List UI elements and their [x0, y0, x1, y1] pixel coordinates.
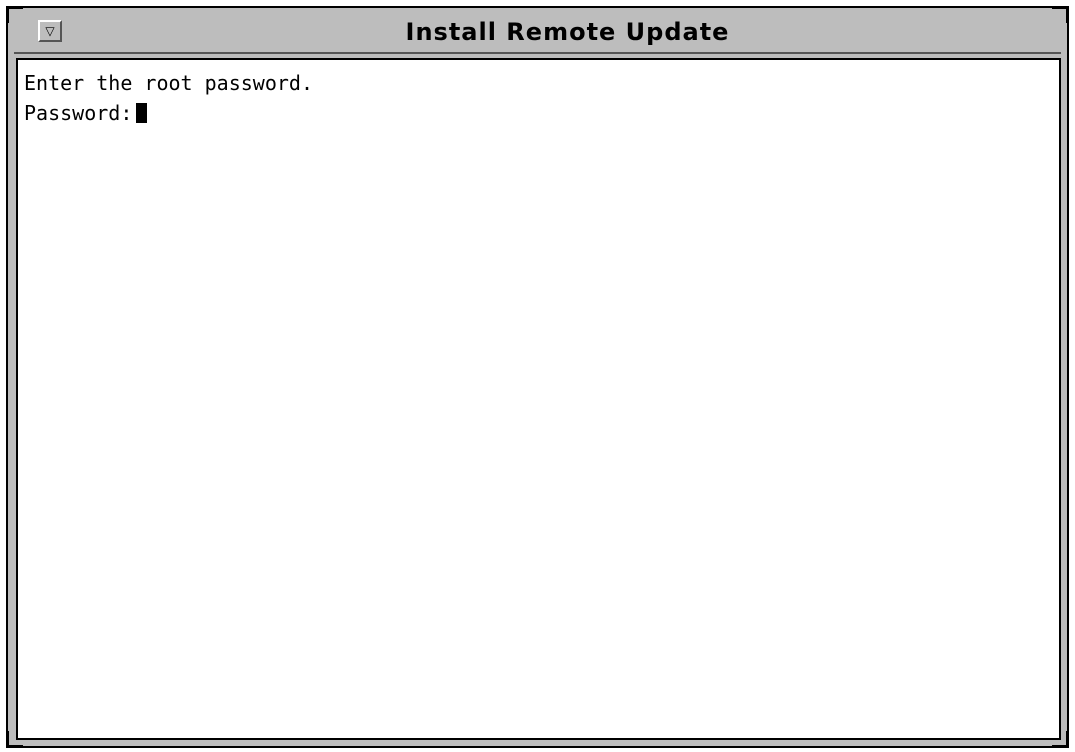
- text-cursor[interactable]: [136, 103, 148, 123]
- window-menu-icon: ▽: [45, 24, 55, 38]
- title-bar[interactable]: ▽ Install Remote Update: [14, 12, 1061, 54]
- password-label: Password:: [24, 101, 133, 125]
- window-menu-button[interactable]: ▽: [38, 20, 62, 42]
- prompt-message: Enter the root password.: [24, 71, 313, 95]
- window-title: Install Remote Update: [405, 18, 730, 46]
- terminal-area[interactable]: Enter the root password. Password:: [16, 58, 1061, 740]
- install-remote-update-window: ▽ Install Remote Update Enter the root p…: [6, 6, 1069, 748]
- password-prompt-line: Password:: [24, 98, 1053, 128]
